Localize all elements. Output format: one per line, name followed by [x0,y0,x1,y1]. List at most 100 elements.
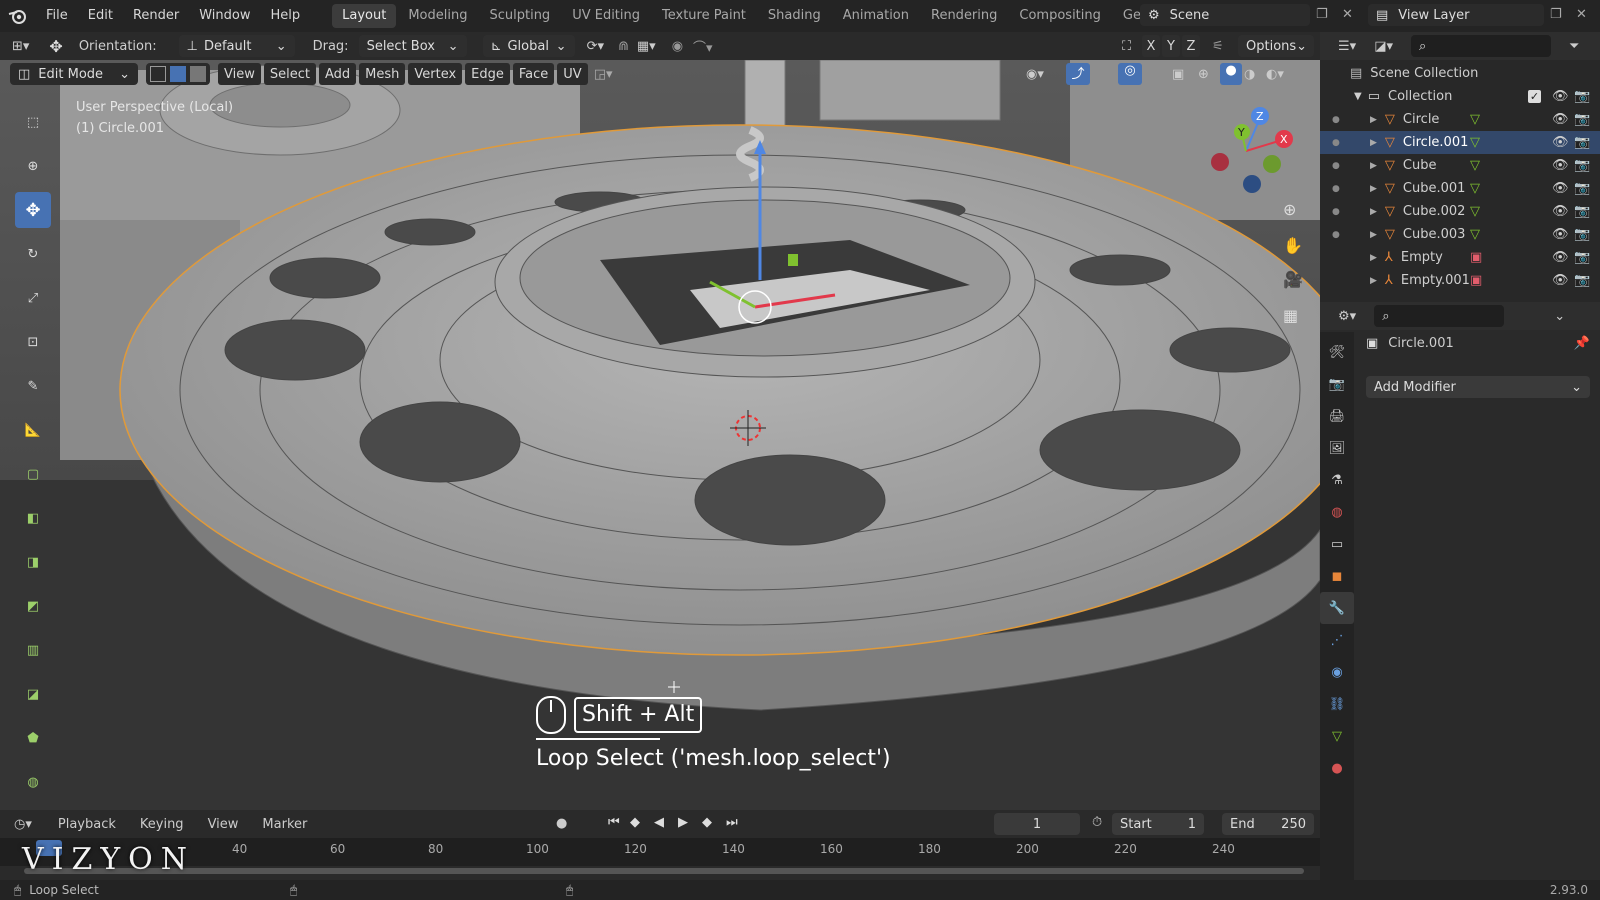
bevel-tool-icon[interactable]: ◩ [15,588,51,624]
collection-tab-icon[interactable]: ▭ [1320,528,1354,560]
render-camera-icon[interactable]: 📷 [1574,181,1590,196]
tab-sculpting[interactable]: Sculpting [479,4,560,28]
viewport-menu-select[interactable]: Select [264,63,316,85]
select-dot-icon[interactable]: ● [1332,230,1340,240]
select-box-icon[interactable]: ⬚ [15,104,51,140]
mirror-icon[interactable]: ⛶ [1122,39,1131,54]
jump-start-icon[interactable]: ⏮ [608,815,620,830]
gizmo-toggle-icon[interactable]: ⤴ [1066,63,1090,85]
menu-file[interactable]: File [36,0,78,32]
wireframe-shading-icon[interactable]: ⊕ [1198,67,1209,82]
mesh-data-icon[interactable]: ▽ [1470,135,1480,150]
spin-tool-icon[interactable]: ◍ [15,764,51,800]
proportional-edit-icon[interactable]: ◉ [672,39,683,54]
extrude-tool-icon[interactable]: ◧ [15,500,51,536]
play-icon[interactable]: ▶ [678,815,688,830]
axis-z-toggle[interactable]: Z [1182,35,1200,57]
output-tab-icon[interactable]: 🖨 [1320,400,1354,432]
falloff-icon[interactable]: ⌒▾ [693,37,713,56]
outliner-item-cube-002[interactable]: ●▶▽Cube.002▽👁📷 [1320,200,1600,223]
snap-icon[interactable]: ⋒ [618,39,629,54]
viewport-menu-uv[interactable]: UV [557,63,587,85]
view-layer-tab-icon[interactable]: 🖼 [1320,432,1354,464]
pan-hand-icon[interactable]: ✋ [1283,236,1303,255]
solid-shading-icon[interactable]: ● [1220,63,1242,85]
render-tab-icon[interactable]: 📷 [1320,368,1354,400]
viewport-menu-vertex[interactable]: Vertex [408,63,462,85]
expand-arrow-icon[interactable]: ▶ [1370,253,1377,263]
overlay-toggle-icon[interactable]: ◎ [1118,63,1142,85]
modifier-tab-icon[interactable]: 🔧 [1320,592,1354,624]
filter-icon[interactable]: ⏷ [1569,39,1579,54]
menu-edit[interactable]: Edit [78,0,123,32]
view-layer-selector[interactable]: ▤ View Layer [1368,4,1544,26]
properties-search[interactable]: ⌕ [1374,305,1504,327]
object-tab-icon[interactable]: ◼ [1320,560,1354,592]
material-shading-icon[interactable]: ◑ [1244,67,1255,82]
stopwatch-icon[interactable]: ⏱ [1092,815,1102,830]
render-camera-icon[interactable]: 📷 [1574,227,1590,242]
viewport-menu-view[interactable]: View [218,63,261,85]
menu-window[interactable]: Window [189,0,260,32]
expand-arrow-icon[interactable]: ▶ [1370,207,1377,217]
start-frame-field[interactable]: Start 1 [1112,813,1204,835]
knife-tool-icon[interactable]: ◪ [15,676,51,712]
collection-row[interactable]: ▼ ▭ Collection ✓ 👁 📷 [1320,85,1600,108]
visibility-eye-icon[interactable]: 👁 [1552,135,1569,150]
outliner-search[interactable]: ⌕ [1411,35,1551,57]
prev-keyframe-icon[interactable]: ◆ [630,815,640,830]
add-cube-tool-icon[interactable]: ▢ [15,456,51,492]
scene-selector[interactable]: ⚙ Scene [1140,4,1310,26]
transform-orientation-dropdown[interactable]: ⊾ Global ⌄ [483,35,575,57]
render-camera-icon[interactable]: 📷 [1574,250,1590,265]
timeline-menu-view[interactable]: View [196,817,251,832]
render-camera-icon[interactable]: 📷 [1574,273,1590,288]
mesh-data-icon[interactable]: ▽ [1470,181,1480,196]
properties-editor-icon[interactable]: ⚙▾ [1338,309,1356,324]
mode-dropdown[interactable]: ◫ Edit Mode ⌄ [10,63,138,85]
blender-logo-icon[interactable] [0,7,36,25]
mesh-data-icon[interactable]: ▽ [1470,227,1480,242]
face-select-icon[interactable] [190,66,206,82]
tab-texture-paint[interactable]: Texture Paint [652,4,756,28]
pin-icon[interactable]: 📌 [1574,336,1590,351]
cursor-tool-icon[interactable]: ⊕ [15,148,51,184]
render-camera-icon[interactable]: 📷 [1574,204,1590,219]
expand-arrow-icon[interactable]: ▶ [1370,138,1377,148]
edge-select-icon[interactable] [170,66,186,82]
transform-tool-icon[interactable]: ⊡ [15,324,51,360]
select-dot-icon[interactable]: ● [1332,161,1340,171]
viewport-menu-add[interactable]: Add [319,63,356,85]
remove-scene-icon[interactable]: ✕ [1342,7,1353,22]
ortho-grid-icon[interactable]: ▦ [1283,306,1298,325]
select-dot-icon[interactable]: ● [1332,207,1340,217]
scale-tool-icon[interactable]: ⤢ [15,280,51,316]
visibility-eye-icon[interactable]: 👁 [1552,158,1569,173]
timeline-menu-marker[interactable]: Marker [250,817,319,832]
inset-tool-icon[interactable]: ◨ [15,544,51,580]
rendered-shading-icon[interactable]: ◐▾ [1266,67,1284,82]
world-tab-icon[interactable]: ◍ [1320,496,1354,528]
mesh-data-icon[interactable]: ▽ [1470,204,1480,219]
mesh-data-icon[interactable]: ▽ [1470,112,1480,127]
move-tool-icon[interactable]: ✥ [15,192,51,228]
frame-ruler[interactable]: 406080100120140160180200220240 [0,838,1320,866]
visibility-eye-icon[interactable]: 👁 [1552,227,1569,242]
viewport-menu-edge[interactable]: Edge [465,63,510,85]
drag-dropdown[interactable]: Select Box ⌄ [359,35,467,57]
orientation-dropdown[interactable]: ⊥ Default ⌄ [179,35,295,57]
viewport-3d[interactable]: ◫ Edit Mode ⌄ ViewSelectAddMeshVertexEdg… [0,60,1320,810]
zoom-icon[interactable]: ⊕ [1283,200,1296,219]
render-camera-icon[interactable]: 📷 [1574,135,1590,150]
physics-tab-icon[interactable]: ◉ [1320,656,1354,688]
outliner-item-empty-001[interactable]: ▶⅄Empty.001▣👁📷 [1320,269,1600,292]
remove-view-layer-icon[interactable]: ✕ [1576,7,1587,22]
timeline-scrollbar[interactable] [24,868,1304,874]
outliner-item-cube-003[interactable]: ●▶▽Cube.003▽👁📷 [1320,223,1600,246]
options-dropdown[interactable]: Options ⌄ [1238,35,1314,57]
outliner-editor-icon[interactable]: ☰▾ [1338,39,1356,54]
end-frame-field[interactable]: End 250 [1222,813,1314,835]
annotate-tool-icon[interactable]: ✎ [15,368,51,404]
tool-tab-icon[interactable]: 🛠 [1320,336,1354,368]
empty-data-icon[interactable]: ▣ [1470,250,1482,265]
